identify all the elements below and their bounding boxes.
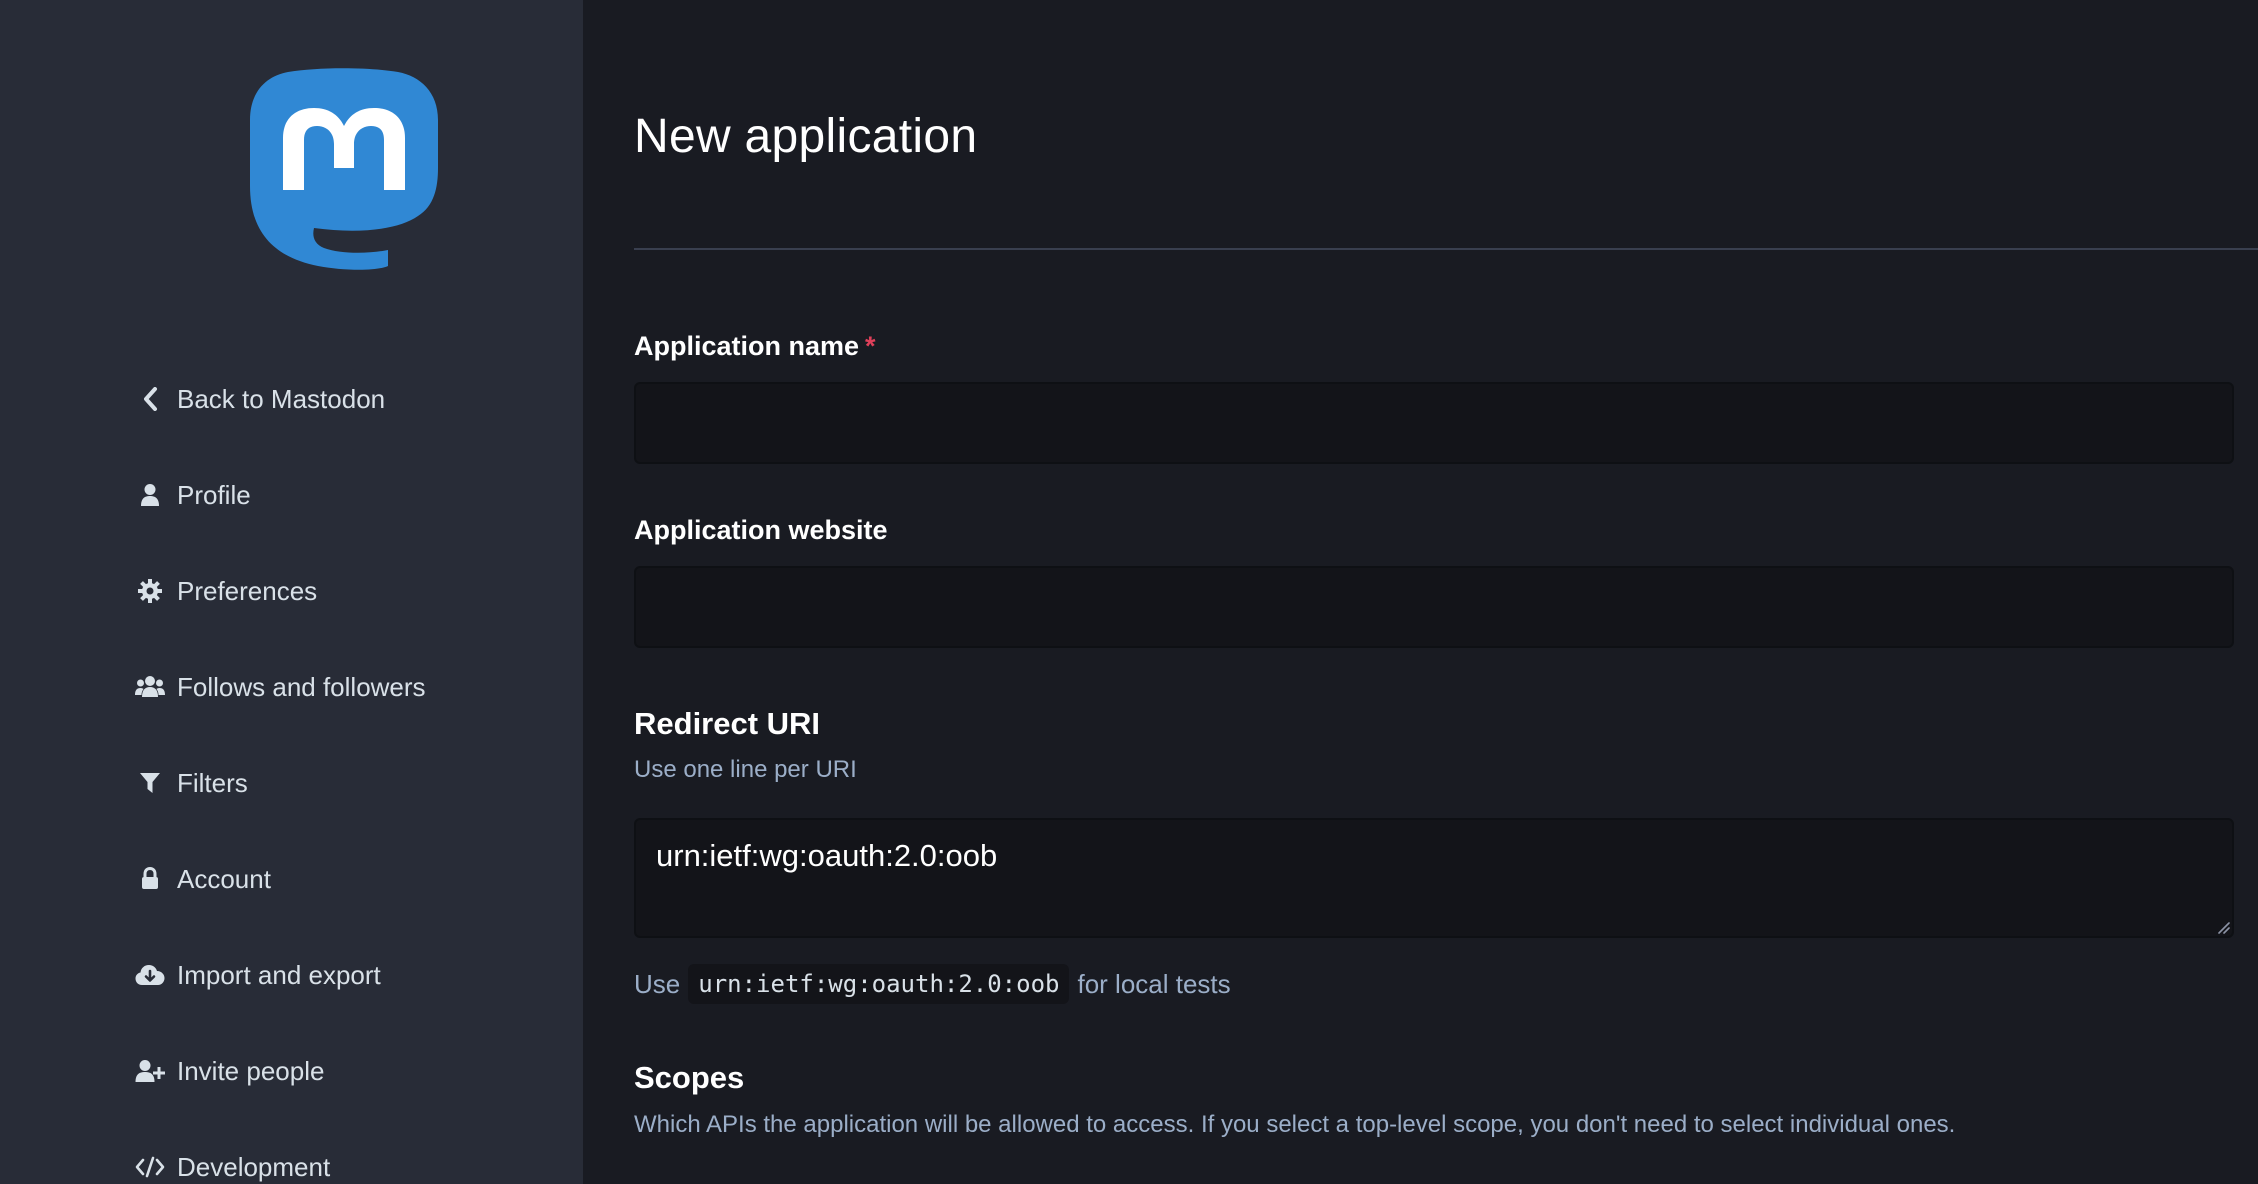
scopes-heading: Scopes <box>634 1060 745 1095</box>
sidebar: Back to Mastodon Profile Preferences Fol… <box>0 0 583 1184</box>
filter-icon <box>134 767 166 799</box>
app-name-label: Application name * <box>634 331 876 362</box>
sidebar-item-label: Filters <box>177 767 248 798</box>
app-root: Back to Mastodon Profile Preferences Fol… <box>0 0 2258 1184</box>
sidebar-item-label: Back to Mastodon <box>177 383 386 414</box>
app-website-label: Application website <box>634 515 888 545</box>
redirect-uri-hint: Use one line per URI <box>634 756 857 783</box>
code-icon <box>134 1151 166 1183</box>
redirect-uri-note-prefix: Use <box>634 968 681 999</box>
gear-icon <box>134 575 166 607</box>
chevron-left-icon <box>134 383 166 415</box>
redirect-uri-note-suffix: for local tests <box>1077 968 1231 999</box>
sidebar-item-account[interactable]: Account <box>134 851 271 907</box>
app-name-input[interactable] <box>634 382 2234 464</box>
sidebar-item-label: Invite people <box>177 1055 325 1086</box>
title-divider <box>634 248 2258 250</box>
lock-icon <box>134 863 166 895</box>
sidebar-item-label: Preferences <box>177 575 318 606</box>
app-name-label-text: Application name <box>634 331 860 361</box>
scopes-hint: Which APIs the application will be allow… <box>634 1111 1956 1138</box>
main-content: New application Application name * Applic… <box>583 0 2258 1184</box>
user-icon <box>134 479 166 511</box>
sidebar-item-label: Import and export <box>177 959 381 990</box>
redirect-uri-code: urn:ietf:wg:oauth:2.0:oob <box>688 964 1070 1004</box>
sidebar-item-filters[interactable]: Filters <box>134 755 248 811</box>
sidebar-item-label: Development <box>177 1151 331 1182</box>
redirect-uri-textarea[interactable]: urn:ietf:wg:oauth:2.0:oob <box>634 818 2234 938</box>
resize-grip-icon[interactable] <box>2216 920 2230 934</box>
sidebar-item-label: Follows and followers <box>177 671 426 702</box>
sidebar-item-follows-and-followers[interactable]: Follows and followers <box>134 659 426 715</box>
required-marker: * <box>865 331 876 361</box>
sidebar-item-preferences[interactable]: Preferences <box>134 563 317 619</box>
sidebar-item-development[interactable]: Development <box>134 1139 330 1184</box>
redirect-uri-note: Use urn:ietf:wg:oauth:2.0:oob for local … <box>634 964 1231 1004</box>
sidebar-item-profile[interactable]: Profile <box>134 467 251 523</box>
page-title: New application <box>634 110 978 163</box>
sidebar-item-import-and-export[interactable]: Import and export <box>134 947 381 1003</box>
user-plus-icon <box>134 1055 166 1087</box>
app-website-input[interactable] <box>634 566 2234 648</box>
mastodon-logo-icon[interactable] <box>248 68 440 274</box>
sidebar-item-label: Profile <box>177 479 251 510</box>
cloud-download-icon <box>134 959 166 991</box>
sidebar-item-back-to-mastodon[interactable]: Back to Mastodon <box>134 371 385 427</box>
sidebar-item-invite-people[interactable]: Invite people <box>134 1043 324 1099</box>
sidebar-item-label: Account <box>177 863 271 894</box>
users-icon <box>134 671 166 703</box>
redirect-uri-heading: Redirect URI <box>634 706 821 741</box>
